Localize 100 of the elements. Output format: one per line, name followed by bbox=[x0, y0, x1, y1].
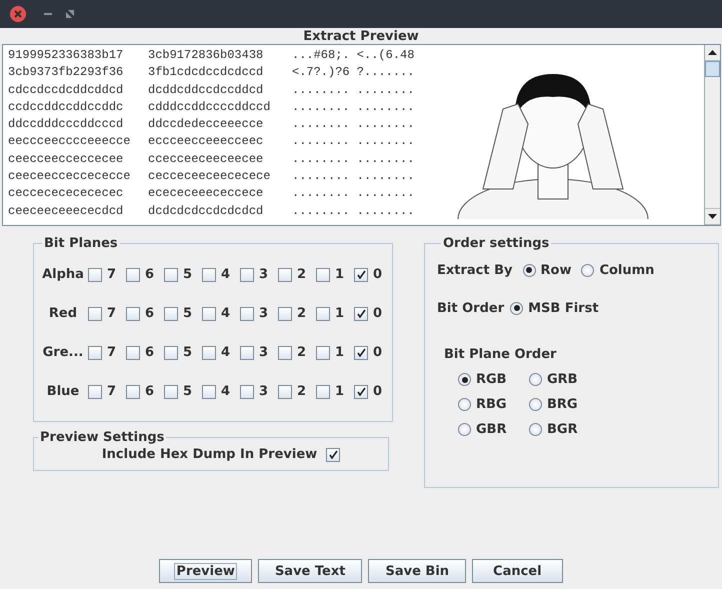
section-label: Bit Plane Order bbox=[444, 347, 558, 362]
dialog-button[interactable]: Save Text bbox=[258, 559, 362, 583]
scrollbar-thumb[interactable] bbox=[705, 61, 720, 77]
checkbox[interactable] bbox=[240, 268, 254, 282]
checkbox[interactable] bbox=[88, 268, 102, 282]
radio-button[interactable] bbox=[458, 398, 471, 411]
panel-title: Preview Settings bbox=[39, 430, 166, 445]
checkbox-label: 7 bbox=[107, 345, 116, 360]
field-label: Bit Order bbox=[437, 300, 504, 316]
radio-button[interactable] bbox=[458, 423, 471, 436]
checkbox[interactable] bbox=[326, 448, 340, 462]
checkbox-label: 0 bbox=[373, 345, 382, 360]
preview-title: Extract Preview bbox=[302, 28, 420, 44]
hex-text: ccdccddccddccddc bbox=[8, 98, 124, 116]
radio-label: MSB First bbox=[528, 300, 599, 316]
radio-button[interactable] bbox=[458, 373, 471, 386]
ascii-text: ........ ........ bbox=[292, 98, 414, 116]
checkbox[interactable] bbox=[164, 346, 178, 360]
checkbox[interactable] bbox=[354, 346, 368, 360]
radio-label: RBG bbox=[476, 397, 507, 412]
checkbox[interactable] bbox=[164, 384, 178, 398]
hex-text: ddccdddcccddcccd bbox=[8, 116, 124, 134]
checkbox[interactable] bbox=[202, 268, 216, 282]
checkbox[interactable] bbox=[278, 268, 292, 282]
radio-label: BRG bbox=[547, 397, 578, 412]
dialog-button[interactable]: Cancel bbox=[472, 559, 563, 583]
checkbox-label: Include Hex Dump In Preview bbox=[102, 447, 318, 462]
checkbox-label: 3 bbox=[259, 306, 268, 321]
scroll-down-icon[interactable] bbox=[708, 214, 717, 219]
checkbox[interactable] bbox=[202, 384, 216, 398]
checkbox-label: 1 bbox=[335, 267, 344, 282]
dialog-button[interactable]: Preview bbox=[159, 559, 252, 583]
radio-label: Row bbox=[540, 262, 572, 278]
channel-label: Alpha bbox=[41, 267, 85, 282]
checkbox[interactable] bbox=[240, 346, 254, 360]
checkbox[interactable] bbox=[88, 306, 102, 320]
checkbox[interactable] bbox=[202, 306, 216, 320]
radio-button[interactable] bbox=[529, 398, 542, 411]
checkbox[interactable] bbox=[126, 346, 140, 360]
close-icon[interactable] bbox=[10, 6, 26, 22]
checkbox[interactable] bbox=[164, 306, 178, 320]
checkbox[interactable] bbox=[278, 346, 292, 360]
checkbox-label: 4 bbox=[221, 306, 230, 321]
radio-label: GRB bbox=[547, 372, 578, 387]
checkbox[interactable] bbox=[126, 306, 140, 320]
hex-text: cdddccddccccddccd bbox=[148, 98, 272, 116]
checkbox[interactable] bbox=[202, 346, 216, 360]
radio-button[interactable] bbox=[522, 264, 536, 276]
checkbox[interactable] bbox=[88, 384, 102, 398]
checkbox[interactable] bbox=[278, 384, 292, 398]
radio-button[interactable] bbox=[581, 264, 594, 276]
hex-text: 3fb1cdcdccdcdccd bbox=[148, 64, 264, 82]
checkbox[interactable] bbox=[354, 268, 368, 282]
checkbox-label: 1 bbox=[335, 345, 344, 360]
radio-button[interactable] bbox=[510, 302, 524, 314]
checkbox[interactable] bbox=[316, 268, 330, 282]
checkbox[interactable] bbox=[316, 384, 330, 398]
checkbox-label: 3 bbox=[259, 345, 268, 360]
hex-text: 3cb9172836b03438 bbox=[148, 47, 264, 64]
ascii-text: ........ ........ bbox=[292, 202, 414, 220]
checkbox[interactable] bbox=[88, 346, 102, 360]
checkbox[interactable] bbox=[354, 306, 368, 320]
checkbox-label: 5 bbox=[183, 267, 192, 282]
hex-text: ceecceecceccecee bbox=[8, 150, 124, 168]
hex-text: eccceecceeecceec bbox=[148, 133, 264, 150]
radio-button[interactable] bbox=[529, 423, 542, 436]
checkbox[interactable] bbox=[240, 384, 254, 398]
hex-text: ecececeeececcece bbox=[148, 185, 264, 202]
checkbox[interactable] bbox=[316, 306, 330, 320]
checkbox-label: 1 bbox=[335, 306, 344, 321]
checkbox-label: 4 bbox=[221, 345, 230, 360]
dialog-button[interactable]: Save Bin bbox=[368, 559, 466, 583]
hex-text: ddccdedecceeecce bbox=[148, 116, 264, 134]
hex-text: ceccecececececec bbox=[8, 185, 124, 202]
checkbox[interactable] bbox=[126, 384, 140, 398]
scroll-up-icon[interactable] bbox=[708, 50, 717, 55]
checkbox[interactable] bbox=[316, 346, 330, 360]
checkbox[interactable] bbox=[126, 268, 140, 282]
checkbox-label: 0 bbox=[373, 306, 382, 321]
checkbox[interactable] bbox=[240, 306, 254, 320]
checkbox-label: 6 bbox=[145, 384, 154, 399]
minimize-icon[interactable] bbox=[44, 12, 52, 16]
hex-text: 3cb9373fb2293f36 bbox=[8, 64, 124, 82]
checkbox-label: 2 bbox=[297, 267, 306, 282]
checkbox-label: 7 bbox=[107, 267, 116, 282]
channel-label: Blue bbox=[46, 384, 80, 399]
checkbox[interactable] bbox=[354, 384, 368, 398]
ascii-text: ...#68;. <..(6.48 bbox=[292, 47, 414, 64]
checkbox[interactable] bbox=[278, 306, 292, 320]
ascii-text: <.7?.)?6 ?....... bbox=[292, 64, 414, 82]
ascii-text: ........ ........ bbox=[292, 116, 414, 134]
hex-text: ceeceecceccececce bbox=[8, 168, 132, 186]
checkbox-label: 6 bbox=[145, 267, 154, 282]
radio-label: GBR bbox=[476, 422, 507, 437]
panel-title: Order settings bbox=[442, 236, 550, 251]
radio-button[interactable] bbox=[529, 373, 542, 386]
maximize-icon[interactable] bbox=[66, 10, 74, 18]
checkbox[interactable] bbox=[164, 268, 178, 282]
field-label: Extract By bbox=[437, 262, 512, 278]
checkbox-label: 0 bbox=[373, 267, 382, 282]
